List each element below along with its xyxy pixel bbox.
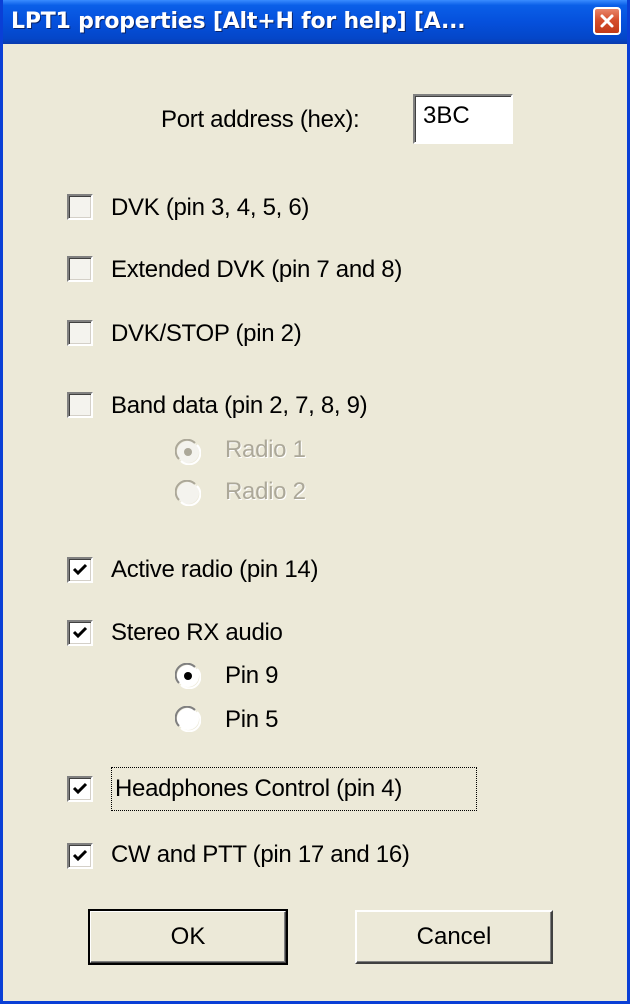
close-icon <box>600 14 614 28</box>
dvk-label[interactable]: DVK (pin 3, 4, 5, 6) <box>111 194 309 222</box>
extended-dvk-label[interactable]: Extended DVK (pin 7 and 8) <box>111 256 402 284</box>
stereo-rx-label[interactable]: Stereo RX audio <box>111 619 283 647</box>
band-data-checkbox[interactable] <box>67 392 93 418</box>
extended-dvk-checkbox[interactable] <box>67 256 93 282</box>
cancel-button[interactable]: Cancel <box>355 910 553 964</box>
pin5-radio[interactable] <box>174 705 202 733</box>
active-radio-checkbox[interactable] <box>67 557 93 583</box>
headphones-label[interactable]: Headphones Control (pin 4) <box>115 775 402 803</box>
dialog-window: LPT1 properties [Alt+H for help] [A... P… <box>0 0 630 1004</box>
cw-ptt-label[interactable]: CW and PTT (pin 17 and 16) <box>111 841 410 869</box>
radio1-radio[interactable] <box>174 438 202 466</box>
pin9-radio[interactable] <box>174 662 202 690</box>
dvk-stop-label[interactable]: DVK/STOP (pin 2) <box>111 320 302 348</box>
pin5-label[interactable]: Pin 5 <box>225 706 279 734</box>
radio2-label[interactable]: Radio 2 <box>225 478 306 506</box>
pin9-label[interactable]: Pin 9 <box>225 662 279 690</box>
dvk-checkbox[interactable] <box>67 194 93 220</box>
radio1-label[interactable]: Radio 1 <box>225 436 306 464</box>
port-address-label: Port address (hex): <box>161 106 360 133</box>
dvk-stop-checkbox[interactable] <box>67 320 93 346</box>
stereo-rx-checkbox[interactable] <box>67 620 93 646</box>
close-button[interactable] <box>593 7 621 35</box>
title-bar[interactable]: LPT1 properties [Alt+H for help] [A... <box>3 0 627 44</box>
cw-ptt-checkbox[interactable] <box>67 843 93 869</box>
headphones-checkbox[interactable] <box>67 776 93 802</box>
window-title: LPT1 properties [Alt+H for help] [A... <box>11 9 466 34</box>
ok-button[interactable]: OK <box>88 909 288 965</box>
band-data-label[interactable]: Band data (pin 2, 7, 8, 9) <box>111 392 368 420</box>
active-radio-label[interactable]: Active radio (pin 14) <box>111 556 318 584</box>
port-address-input[interactable]: 3BC <box>413 94 513 144</box>
radio2-radio[interactable] <box>174 479 202 507</box>
